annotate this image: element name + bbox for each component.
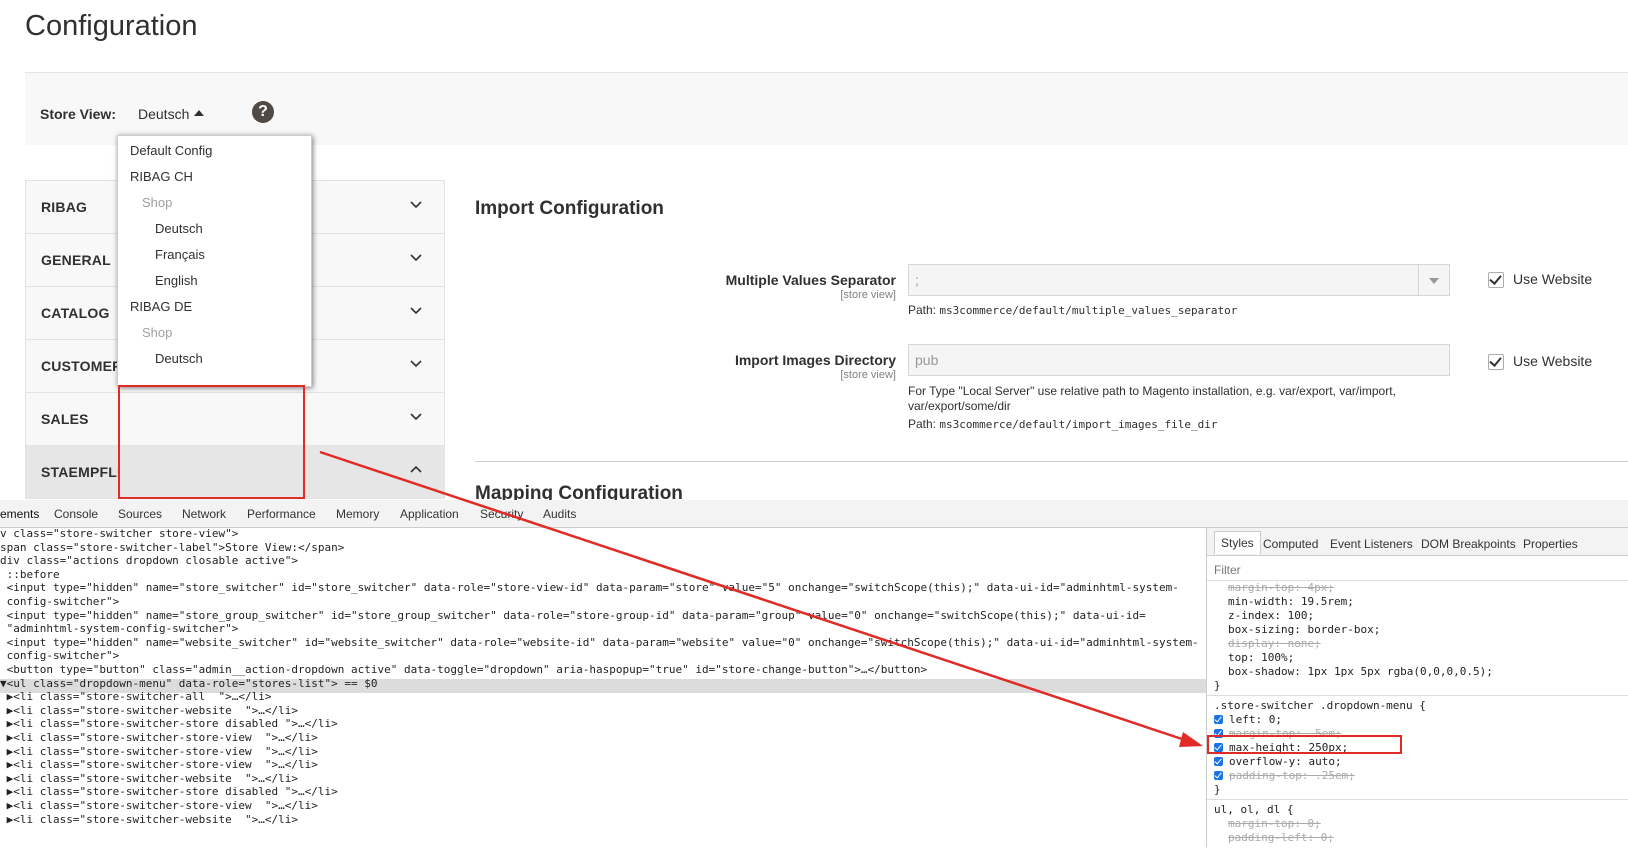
annotation-arrow-icon bbox=[319, 450, 1203, 747]
